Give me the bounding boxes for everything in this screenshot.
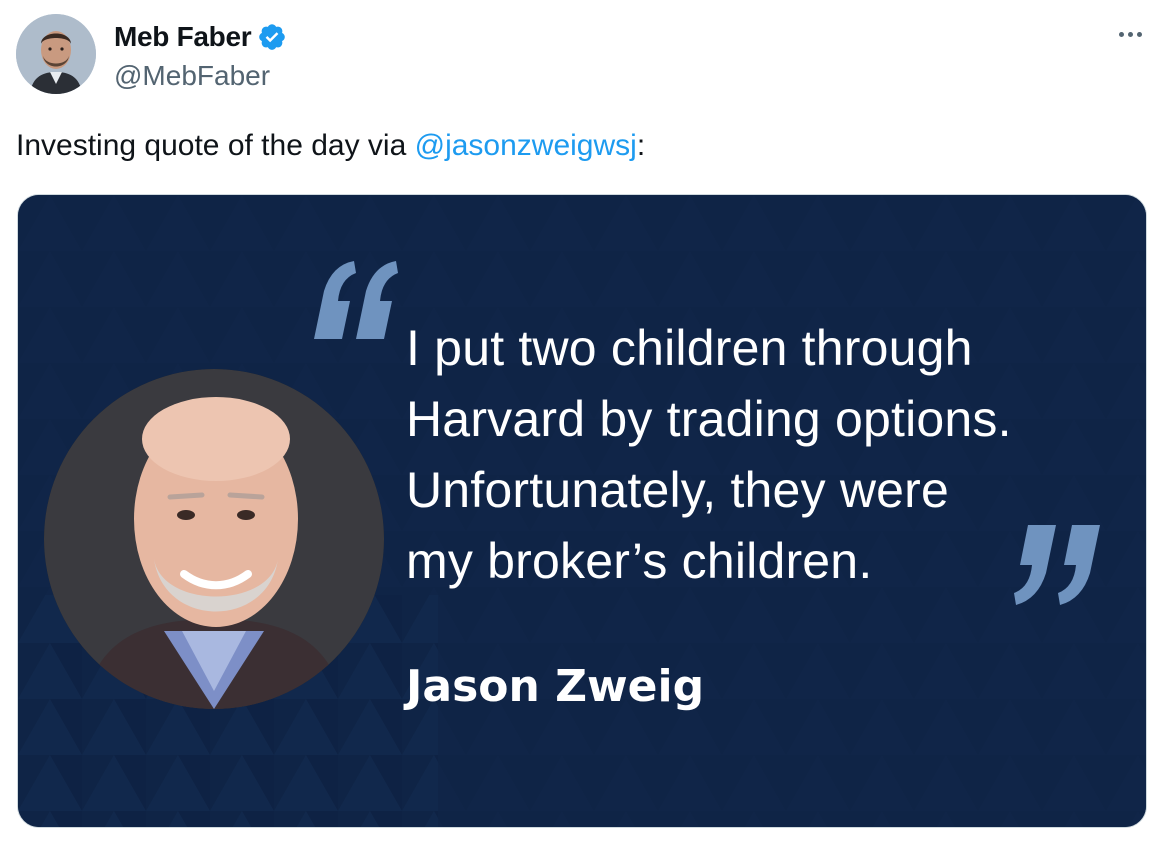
quote-line: Harvard by trading options. [406,391,1012,447]
quote-text: I put two children through Harvard by tr… [406,313,1012,597]
author-name[interactable]: Meb Faber [114,21,252,53]
author-info: Meb Faber @MebFaber [114,20,287,92]
tweet-text-suffix: : [636,129,646,162]
speaker-portrait [44,369,384,709]
more-options-icon[interactable] [1110,16,1150,52]
quote-line: I put two children through [406,320,973,376]
quote-attribution: Jason Zweig [406,661,705,712]
tweet-media-image[interactable]: I put two children through Harvard by tr… [17,194,1147,828]
more-dot [1136,31,1142,37]
close-quote-icon [1014,525,1100,605]
verified-badge-icon[interactable] [257,22,287,52]
tweet-text-body: Investing quote of the day via [16,129,415,162]
author-handle[interactable]: @MebFaber [114,60,287,92]
open-quote-icon [314,261,398,339]
author-name-row: Meb Faber [114,20,287,54]
mention-link[interactable]: @jasonzweigwsj [415,129,637,162]
quote-line: Unfortunately, they were [406,462,950,518]
more-dot [1127,31,1133,37]
author-avatar-image [16,14,96,94]
tweet[interactable]: Meb Faber @MebFaber Investing quote of t… [0,0,1166,848]
quote-line: my broker’s children. [406,533,873,589]
author-avatar[interactable] [16,14,96,94]
tweet-header: Meb Faber @MebFaber [16,14,1150,94]
more-dot [1118,31,1124,37]
tweet-text: Investing quote of the day via @jasonzwe… [16,126,645,166]
